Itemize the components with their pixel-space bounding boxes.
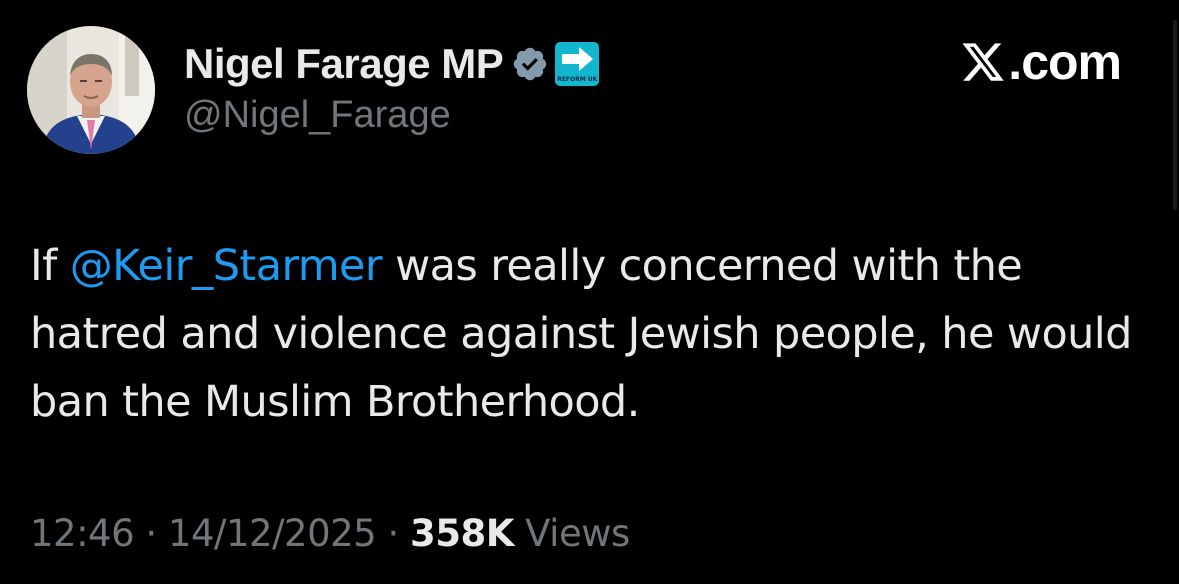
mention-link[interactable]: @Keir_Starmer xyxy=(70,241,383,291)
x-logo-icon xyxy=(960,39,1006,85)
meta-separator: · xyxy=(376,512,410,555)
tweet-header: Nigel Farage MP REFORM UK @Nigel_Farage xyxy=(184,36,600,137)
affiliate-label: REFORM UK xyxy=(557,76,598,83)
affiliate-badge[interactable]: REFORM UK xyxy=(555,42,600,86)
meta-separator: · xyxy=(134,512,168,555)
name-row: Nigel Farage MP REFORM UK xyxy=(184,36,600,92)
user-handle[interactable]: @Nigel_Farage xyxy=(184,94,599,137)
verified-badge-icon[interactable] xyxy=(511,45,549,83)
views-label: Views xyxy=(513,512,630,555)
tweet-text-start: If xyxy=(30,241,70,291)
brand-text: .com xyxy=(1008,34,1122,90)
tweet: Nigel Farage MP REFORM UK @Nigel_Farage … xyxy=(0,0,1179,584)
views-count[interactable]: 358K xyxy=(410,512,514,555)
brand-watermark: .com xyxy=(960,34,1122,90)
scroll-indicator xyxy=(1173,20,1177,210)
tweet-body: If @Keir_Starmer was really concerned wi… xyxy=(30,232,1150,436)
tweet-date[interactable]: 14/12/2025 xyxy=(168,512,377,555)
tweet-meta: 12:46 · 14/12/2025 · 358K Views xyxy=(30,512,630,555)
display-name[interactable]: Nigel Farage MP xyxy=(184,40,504,88)
tweet-time[interactable]: 12:46 xyxy=(30,512,135,555)
avatar-image xyxy=(27,26,155,154)
avatar[interactable] xyxy=(27,26,155,154)
